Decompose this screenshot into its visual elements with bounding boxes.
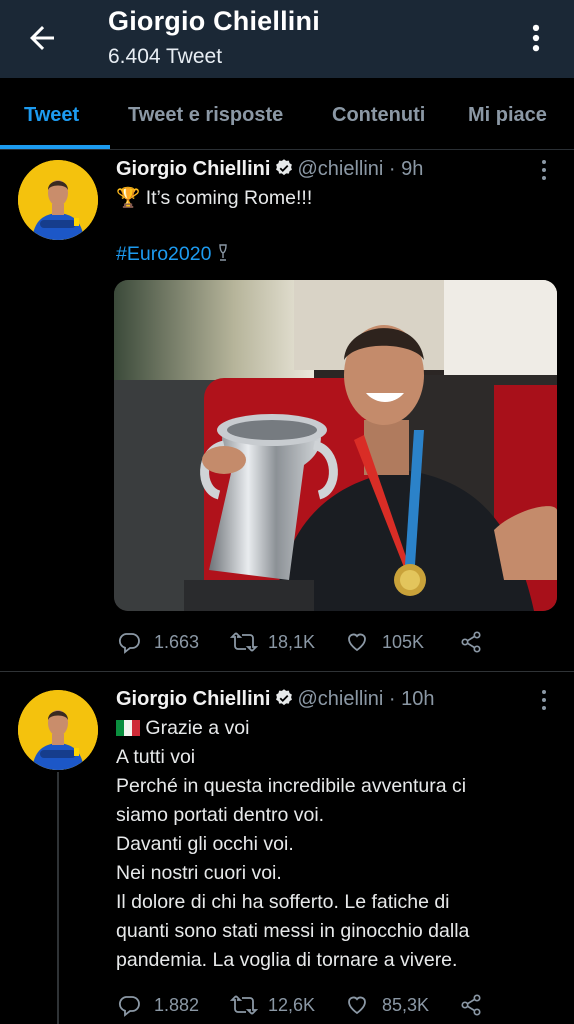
tab-tweet-e-risposte[interactable]: Tweet e risposte xyxy=(128,104,283,127)
retweet-count: 18,1K xyxy=(268,632,316,652)
verified-badge-icon xyxy=(276,689,293,706)
euro-trophy-icon xyxy=(219,244,227,261)
like-count: 105K xyxy=(382,632,425,652)
profile-tabs: Tweet Tweet e risposte Contenuti Mi piac… xyxy=(0,78,574,150)
tweet-text: 🏆 It’s coming Rome!!! xyxy=(116,184,312,213)
retweet-icon xyxy=(230,632,258,652)
like-icon xyxy=(348,633,366,652)
tab-contenuti[interactable]: Contenuti xyxy=(332,104,425,127)
author-name[interactable]: Giorgio Chiellini xyxy=(116,158,270,180)
thread-connector-line xyxy=(57,772,59,1024)
tab-tweet[interactable]: Tweet xyxy=(24,104,79,127)
back-arrow-icon[interactable] xyxy=(24,20,60,56)
retweet-icon xyxy=(230,995,258,1015)
tweet-text-line: Davanti gli occhi voi. xyxy=(116,833,294,855)
tweet-text-line: Il dolore di chi ha sofferto. Le fatiche… xyxy=(116,891,450,913)
tweet-text-line: quanti sono stati messi in ginocchio dal… xyxy=(116,920,470,942)
share-icon xyxy=(461,994,481,1016)
tweet-text-line: Nei nostri cuori voi. xyxy=(116,862,282,884)
tweet-text-line: siamo portati dentro voi. xyxy=(116,804,325,826)
tab-mi-piace[interactable]: Mi piace xyxy=(468,104,547,127)
author-handle-time: @chiellini · 10h xyxy=(297,688,435,710)
verified-badge-icon xyxy=(276,159,293,176)
profile-name-title: Giorgio Chiellini xyxy=(108,6,320,36)
tweet-text-content: It’s coming Rome!!! xyxy=(145,187,313,209)
tweet-author-row: Giorgio Chiellini @chiellini · 9h xyxy=(116,158,423,181)
reply-count: 1.663 xyxy=(154,632,200,652)
active-tab-indicator xyxy=(0,145,110,149)
reply-icon xyxy=(118,996,140,1017)
tweet-photo[interactable] xyxy=(114,280,557,611)
tweet-text-line: Grazie a voi xyxy=(145,717,250,739)
retweet-count: 12,6K xyxy=(268,995,316,1015)
like-count: 85,3K xyxy=(382,995,430,1015)
reply-count: 1.882 xyxy=(154,995,200,1015)
hashtag-text[interactable]: #Euro2020 xyxy=(116,243,211,265)
share-icon xyxy=(461,631,481,653)
tweet-text-line: pandemia. La voglia di tornare a vivere. xyxy=(116,949,458,971)
tweet-text-line: Perché in questa incredibile avventura c… xyxy=(116,775,467,797)
tweet-line-1: Grazie a voi xyxy=(116,714,469,743)
hashtag-link[interactable]: #Euro2020 xyxy=(116,243,229,266)
tweet-author-row: Giorgio Chiellini @chiellini · 10h xyxy=(116,688,434,711)
like-icon xyxy=(348,996,366,1015)
tweet-text-line: A tutti voi xyxy=(116,746,196,768)
reply-icon xyxy=(118,633,140,654)
author-handle-time: @chiellini · 9h xyxy=(297,158,424,180)
avatar[interactable] xyxy=(18,160,98,240)
tweet-more-icon[interactable] xyxy=(534,158,554,182)
tweet-text: Grazie a voi A tutti voi Perché in quest… xyxy=(116,714,469,975)
overflow-menu-icon[interactable] xyxy=(522,20,550,56)
tweet-more-icon[interactable] xyxy=(534,688,554,712)
tweet-divider xyxy=(0,671,574,672)
top-app-bar: Giorgio Chiellini 6.404 Tweet xyxy=(0,0,574,78)
tweet-count: 6.404 Tweet xyxy=(108,45,223,68)
author-name[interactable]: Giorgio Chiellini xyxy=(116,688,270,710)
trophy-icon: 🏆 xyxy=(116,187,141,209)
italy-flag-icon xyxy=(116,720,140,736)
avatar[interactable] xyxy=(18,690,98,770)
